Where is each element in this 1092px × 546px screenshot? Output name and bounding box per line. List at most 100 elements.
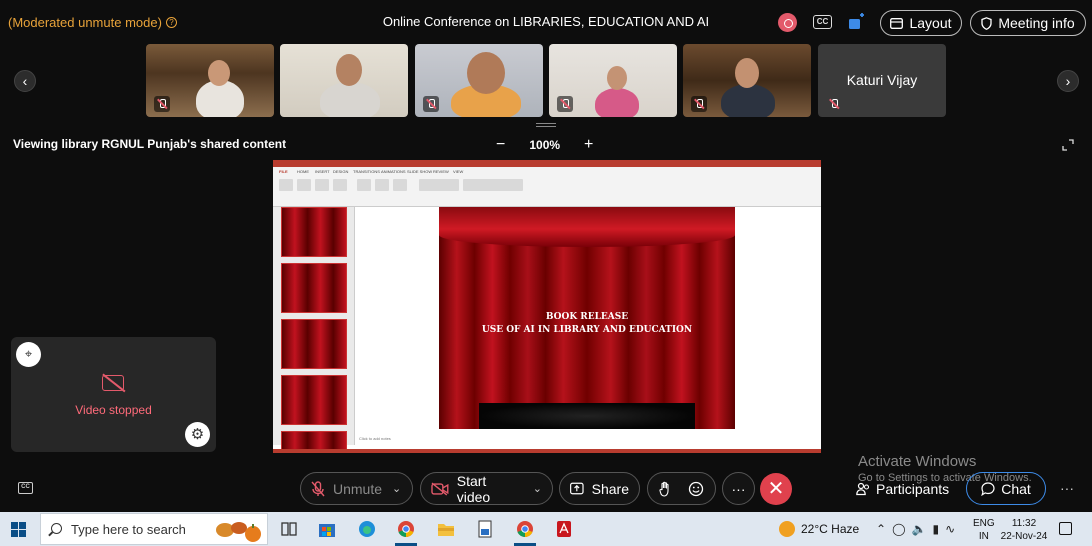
- system-tray[interactable]: ⌃ ◯ 🔈 ▮ ∿: [876, 522, 955, 536]
- share-label: Share: [591, 480, 629, 497]
- video-status: Video stopped: [75, 403, 152, 417]
- gear-icon[interactable]: ⚙: [185, 422, 210, 447]
- reactions-group: [647, 472, 716, 505]
- microsoft-store-icon[interactable]: [317, 520, 337, 538]
- chrome-icon[interactable]: [396, 520, 416, 538]
- edge-browser-icon[interactable]: [357, 520, 377, 538]
- meeting-info-label: Meeting info: [998, 15, 1075, 31]
- powerpoint-statusbar: [273, 449, 821, 453]
- muted-mic-icon: [691, 96, 707, 112]
- video-off-icon: [102, 375, 124, 391]
- participant-video-1[interactable]: [146, 44, 274, 117]
- share-screen-icon: [570, 482, 584, 495]
- windows-start-icon[interactable]: [11, 522, 26, 537]
- muted-mic-icon: [423, 96, 439, 112]
- zoom-level: 100%: [529, 138, 561, 152]
- clock-time: 11:32: [1011, 518, 1037, 529]
- slide-line-2: USE OF AI IN LIBRARY AND EDUCATION: [481, 325, 693, 335]
- weather-sun-icon: [779, 521, 795, 537]
- share-button[interactable]: Share: [559, 472, 640, 505]
- participant-figure: [595, 88, 639, 117]
- powerpoint-titlebar: [273, 160, 821, 167]
- clock-date: 22-Nov-24: [1000, 531, 1048, 542]
- chat-label: Chat: [1001, 480, 1031, 497]
- leave-meeting-button[interactable]: ✕: [760, 473, 792, 505]
- video-off-icon: [431, 482, 449, 495]
- recording-icon[interactable]: [778, 13, 797, 32]
- weather-widget[interactable]: 22°C Haze: [779, 521, 859, 537]
- notifications-icon[interactable]: [1059, 522, 1072, 535]
- pin-icon[interactable]: [16, 342, 41, 367]
- unmute-button[interactable]: Unmute ⌄: [300, 472, 413, 505]
- chat-bubble-icon: [981, 481, 995, 496]
- people-add-icon[interactable]: [848, 13, 866, 31]
- acrobat-icon[interactable]: [554, 520, 574, 538]
- participant-video-6[interactable]: Katuri Vijay: [818, 44, 946, 117]
- filmstrip-resize-handle[interactable]: [536, 123, 556, 127]
- chevron-down-icon[interactable]: ⌄: [533, 482, 542, 495]
- windows-taskbar: Type here to search 22°C Haze ⌃ ◯ 🔈 ▮ ∿ …: [0, 512, 1092, 546]
- lang-line-2: IN: [978, 531, 989, 542]
- taskbar-search-box[interactable]: Type here to search: [40, 513, 268, 545]
- layout-label: Layout: [909, 15, 952, 31]
- network-icon[interactable]: ◯: [892, 522, 905, 536]
- slide-thumbnail[interactable]: [281, 207, 347, 257]
- zoom-in-button[interactable]: +: [584, 136, 593, 154]
- participant-figure: [721, 84, 775, 117]
- slide-thumbnail[interactable]: [281, 319, 347, 369]
- shared-content-label: Viewing library RGNUL Punjab's shared co…: [13, 137, 287, 151]
- slide-notes: Click to add notes: [359, 436, 391, 441]
- battery-icon[interactable]: ▮: [932, 522, 939, 536]
- volume-icon[interactable]: 🔈: [912, 522, 927, 536]
- info-icon[interactable]: ?: [165, 17, 177, 28]
- participant-video-3[interactable]: [415, 44, 543, 117]
- expand-icon[interactable]: [1062, 139, 1074, 151]
- layout-icon: [890, 17, 904, 29]
- document-app-icon[interactable]: [475, 520, 495, 538]
- moderated-unmute-mode[interactable]: (Moderated unmute mode) ?: [8, 15, 177, 30]
- slide-thumbnail[interactable]: [281, 263, 347, 313]
- unmute-label: Unmute: [333, 480, 383, 497]
- weather-text: 22°C Haze: [801, 522, 860, 536]
- stage-floor: [479, 403, 695, 429]
- participant-video-2[interactable]: [280, 44, 408, 117]
- shared-screen[interactable]: FILE HOME INSERT DESIGN TRANSITIONS ANIM…: [273, 160, 821, 453]
- chat-button[interactable]: Chat: [966, 472, 1046, 505]
- raise-hand-icon[interactable]: [659, 481, 671, 497]
- chrome-icon[interactable]: [515, 520, 535, 538]
- participant-video-4[interactable]: [549, 44, 677, 117]
- self-view: Video stopped ⚙: [11, 337, 216, 452]
- participant-face: [208, 60, 230, 86]
- taskbar-clock[interactable]: 11:32 22-Nov-24: [1000, 517, 1048, 543]
- muted-mic-icon: [826, 96, 842, 112]
- task-view-icon[interactable]: [279, 520, 299, 538]
- current-slide[interactable]: BOOK RELEASE USE OF AI IN LIBRARY AND ED…: [439, 207, 735, 429]
- emoji-icon[interactable]: [688, 481, 704, 497]
- overflow-menu-button[interactable]: ···: [1060, 480, 1074, 496]
- captions-button[interactable]: CC: [18, 482, 33, 494]
- chevron-down-icon[interactable]: ⌄: [392, 482, 401, 495]
- chevron-up-icon[interactable]: ⌃: [876, 522, 886, 536]
- file-explorer-icon[interactable]: [436, 520, 456, 538]
- lang-line-1: ENG: [973, 518, 995, 529]
- filmstrip-next-button[interactable]: ›: [1057, 70, 1079, 92]
- start-video-button[interactable]: Start video ⌄: [420, 472, 553, 505]
- closed-captions-icon[interactable]: CC: [813, 15, 832, 29]
- language-indicator[interactable]: ENG IN: [973, 517, 995, 543]
- slide-text: BOOK RELEASE USE OF AI IN LIBRARY AND ED…: [439, 311, 735, 337]
- meeting-info-button[interactable]: Meeting info: [970, 10, 1086, 36]
- participant-video-5[interactable]: [683, 44, 811, 117]
- start-video-label: Start video: [456, 472, 491, 505]
- layout-button[interactable]: Layout: [880, 10, 962, 36]
- wifi-icon[interactable]: ∿: [945, 522, 955, 536]
- webex-meeting-window: (Moderated unmute mode) ? Online Confere…: [0, 0, 1092, 512]
- muted-mic-icon: [154, 96, 170, 112]
- autumn-leaves-icon: [216, 522, 261, 542]
- slide-thumbnails-panel[interactable]: [273, 207, 355, 453]
- more-options-button[interactable]: ···: [722, 472, 755, 505]
- slide-thumbnail[interactable]: [281, 375, 347, 425]
- filmstrip-prev-button[interactable]: ‹: [14, 70, 36, 92]
- participants-button[interactable]: Participants: [856, 481, 949, 497]
- zoom-out-button[interactable]: −: [496, 136, 505, 154]
- participant-face: [336, 54, 362, 86]
